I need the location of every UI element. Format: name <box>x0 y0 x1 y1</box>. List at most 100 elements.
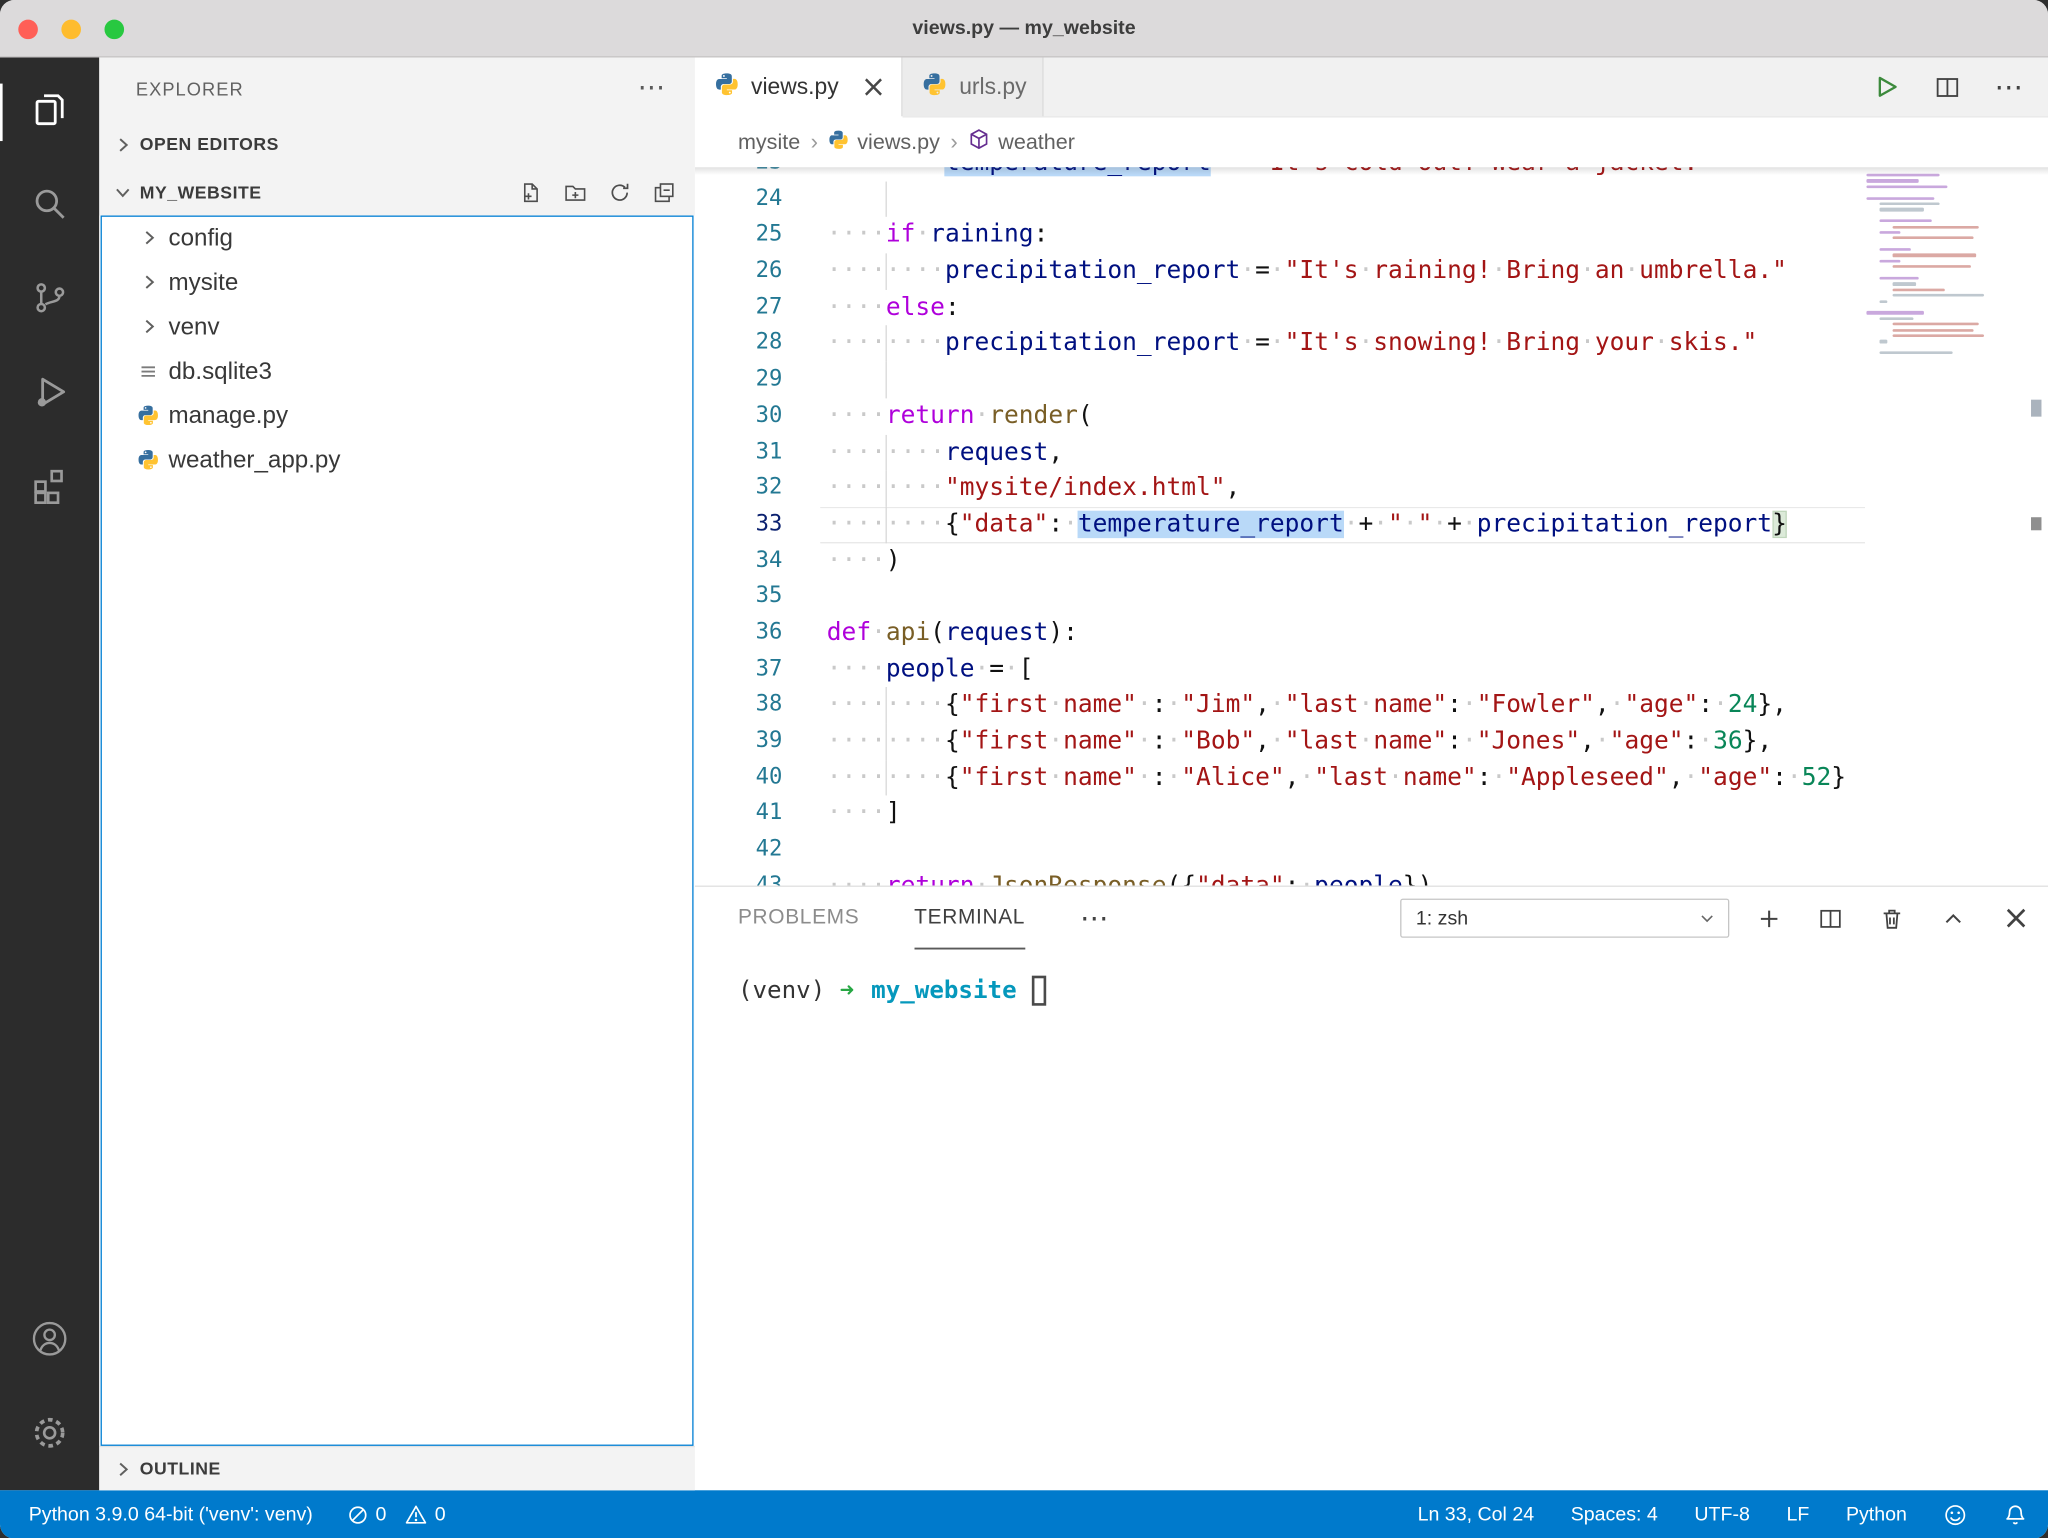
activity-extensions-button[interactable] <box>0 441 99 535</box>
code-line-35[interactable] <box>820 579 1865 615</box>
indent-guide <box>886 507 887 543</box>
language-mode-status[interactable]: Python <box>1846 1503 1907 1525</box>
eol-status[interactable]: LF <box>1786 1503 1809 1525</box>
python-interpreter-status[interactable]: Python 3.9.0 64-bit ('venv': venv) <box>29 1503 313 1525</box>
close-tab-icon[interactable]: × <box>861 76 886 97</box>
explorer-more-actions-icon[interactable]: ⋯ <box>638 82 666 95</box>
split-editor-icon[interactable] <box>1934 74 1960 100</box>
line-number: 29 <box>695 362 783 398</box>
code-line-29[interactable] <box>820 362 1865 398</box>
code-line-39[interactable]: ········{"first·name"·:·"Bob",·"last·nam… <box>820 724 1865 760</box>
collapse-all-icon[interactable] <box>653 181 675 203</box>
workspace-section[interactable]: MY_WEBSITE <box>99 168 695 215</box>
overview-ruler-mark <box>2031 400 2041 417</box>
code-line-43[interactable]: ····return·JsonResponse({"data":·people}… <box>820 868 1865 885</box>
maximize-panel-icon[interactable] <box>1941 906 1966 931</box>
terminal-cwd: my_website <box>871 976 1016 1003</box>
encoding-status[interactable]: UTF-8 <box>1694 1503 1750 1525</box>
code-line-33[interactable]: ········{"data":·temperature_report·+·"·… <box>820 507 1865 543</box>
terminal-shell-select[interactable]: 1: zsh <box>1400 899 1729 938</box>
indent-guide <box>886 326 887 362</box>
tab-urls-py[interactable]: urls.py <box>903 57 1043 116</box>
accounts-button[interactable] <box>0 1294 99 1388</box>
refresh-icon[interactable] <box>609 181 631 203</box>
run-python-file-icon[interactable] <box>1873 73 1900 100</box>
code-line-34[interactable]: ····) <box>820 543 1865 579</box>
breadcrumb-item-views-py[interactable]: views.py <box>829 129 940 156</box>
settings-button[interactable] <box>0 1388 99 1482</box>
activity-search-button[interactable] <box>0 159 99 253</box>
panel-header: PROBLEMS TERMINAL ⋯ 1: zsh × <box>695 887 2048 950</box>
code-line-36[interactable]: def·api(request): <box>820 615 1865 651</box>
new-terminal-icon[interactable] <box>1757 906 1782 931</box>
indent-guide <box>886 470 887 506</box>
code-line-40[interactable]: ········{"first·name"·:·"Alice",·"last·n… <box>820 760 1865 796</box>
code-line-31[interactable]: ········request, <box>820 434 1865 470</box>
panel-tab-problems[interactable]: PROBLEMS <box>738 887 859 950</box>
line-number: 42 <box>695 832 783 868</box>
tree-item-label: manage.py <box>168 401 288 430</box>
code-line-41[interactable]: ····] <box>820 796 1865 832</box>
open-editors-section[interactable]: OPEN EDITORS <box>99 120 695 168</box>
line-number: 38 <box>695 687 783 723</box>
code-line-32[interactable]: ········"mysite/index.html", <box>820 470 1865 506</box>
close-panel-icon[interactable]: × <box>2002 908 2029 929</box>
code-line-37[interactable]: ····people·=·[ <box>820 651 1865 687</box>
minimap[interactable] <box>1866 174 1990 375</box>
panel-tab-terminal[interactable]: TERMINAL <box>914 887 1025 950</box>
chevron-down-icon <box>1698 909 1716 927</box>
breadcrumb-item-mysite[interactable]: mysite <box>738 130 800 155</box>
chevron-right-icon: › <box>811 129 818 155</box>
line-number: 28 <box>695 326 783 362</box>
line-number: 35 <box>695 579 783 615</box>
split-terminal-icon[interactable] <box>1818 906 1843 931</box>
editor-more-actions-icon[interactable]: ⋯ <box>1994 70 2024 104</box>
new-folder-icon[interactable] <box>564 181 586 203</box>
code-line-26[interactable]: ········precipitation_report·=·"It's·rai… <box>820 253 1865 289</box>
feedback-smiley-icon[interactable] <box>1944 1503 1968 1527</box>
tab-views-py[interactable]: views.py × <box>695 57 903 116</box>
line-number: 32 <box>695 470 783 506</box>
notifications-bell-icon[interactable] <box>2004 1503 2028 1527</box>
activity-source-control-button[interactable] <box>0 253 99 347</box>
code-line-42[interactable] <box>820 832 1865 868</box>
explorer-sidebar: EXPLORER ⋯ OPEN EDITORS MY_WEBSITE confi… <box>99 57 695 1490</box>
account-icon <box>30 1319 69 1365</box>
tree-item-weather-app-py[interactable]: weather_app.py <box>99 438 695 482</box>
code-line-24[interactable] <box>820 181 1865 217</box>
problems-status[interactable]: 0 0 <box>347 1503 446 1525</box>
panel-more-actions-icon[interactable]: ⋯ <box>1080 901 1110 935</box>
tree-item-config[interactable]: config <box>99 216 695 260</box>
cursor-position-status[interactable]: Ln 33, Col 24 <box>1418 1503 1535 1525</box>
python-file-icon <box>137 448 159 472</box>
tree-item-venv[interactable]: venv <box>99 304 695 348</box>
code-line-38[interactable]: ········{"first·name"·:·"Jim",·"last·nam… <box>820 687 1865 723</box>
tree-item-db-sqlite3[interactable]: db.sqlite3 <box>99 349 695 393</box>
line-number: 41 <box>695 796 783 832</box>
code-editor[interactable]: 2324252627282930313233343536373839404142… <box>695 167 2048 885</box>
chevron-right-icon: › <box>950 129 957 155</box>
code-line-27[interactable]: ····else: <box>820 290 1865 326</box>
chevron-right-icon <box>137 316 159 337</box>
outline-section[interactable]: OUTLINE <box>99 1446 695 1490</box>
code-line-28[interactable]: ········precipitation_report·=·"It's·sno… <box>820 326 1865 362</box>
code-line-25[interactable]: ····if·raining: <box>820 217 1865 253</box>
code-line-30[interactable]: ····return·render( <box>820 398 1865 434</box>
breadcrumb: mysite › views.py › weather <box>695 118 2048 168</box>
tree-item-label: venv <box>168 312 219 341</box>
new-file-icon[interactable] <box>520 181 542 203</box>
terminal[interactable]: (venv) ➜ my_website <box>695 950 2048 1491</box>
kill-terminal-icon[interactable] <box>1880 906 1905 931</box>
code-line-23[interactable]: ········temperature_report·=·"It's·cold·… <box>820 167 1865 181</box>
tree-item-mysite[interactable]: mysite <box>99 260 695 304</box>
errors-icon <box>347 1504 368 1525</box>
activity-explorer-button[interactable] <box>0 65 99 159</box>
tree-item-manage-py[interactable]: manage.py <box>99 393 695 437</box>
vscode-window: views.py — my_website <box>0 0 2048 1538</box>
activity-run-debug-button[interactable] <box>0 347 99 441</box>
breadcrumb-item-weather[interactable]: weather <box>968 128 1075 157</box>
chevron-right-icon <box>137 272 159 293</box>
run-debug-icon <box>30 372 69 418</box>
indentation-status[interactable]: Spaces: 4 <box>1571 1503 1658 1525</box>
indent-guide <box>886 687 887 723</box>
